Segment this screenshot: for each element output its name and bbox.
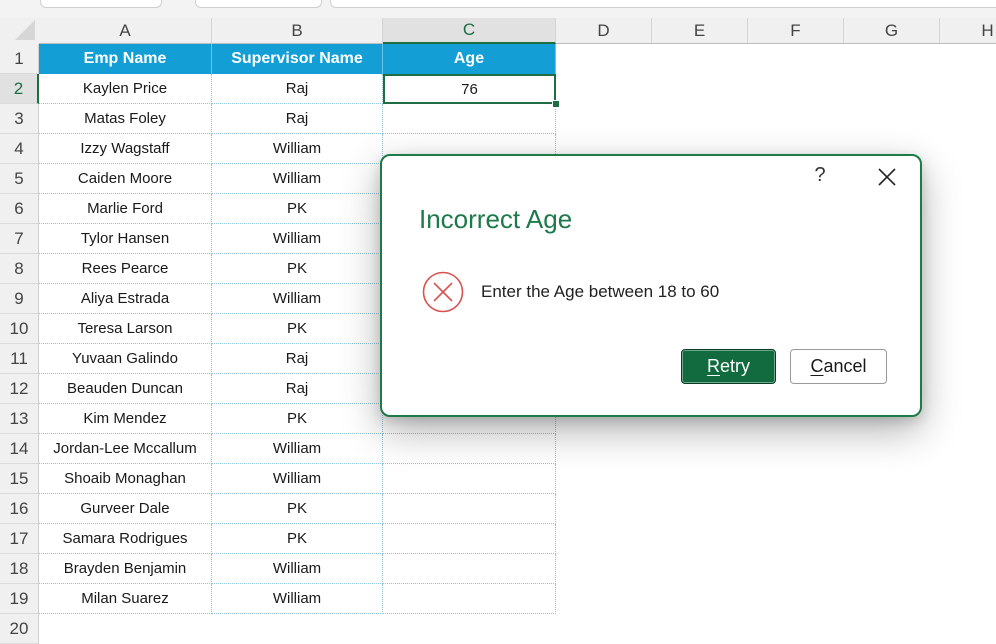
age-cell[interactable] — [383, 494, 556, 524]
emp-name-cell[interactable]: Marlie Ford — [39, 194, 212, 224]
supervisor-cell[interactable]: PK — [212, 524, 383, 554]
emp-name-cell[interactable]: Yuvaan Galindo — [39, 344, 212, 374]
dialog-title: Incorrect Age — [419, 204, 573, 234]
row-header-16[interactable]: 16 — [0, 494, 39, 524]
supervisor-cell[interactable]: PK — [212, 194, 383, 224]
emp-name-cell[interactable]: Jordan-Lee Mccallum — [39, 434, 212, 464]
table-header-cell[interactable]: Age — [383, 44, 556, 74]
row-header-11[interactable]: 11 — [0, 344, 39, 374]
dialog-message: Enter the Age between 18 to 60 — [481, 282, 720, 301]
emp-name-cell[interactable]: Aliya Estrada — [39, 284, 212, 314]
supervisor-cell[interactable]: Raj — [212, 344, 383, 374]
emp-name-cell[interactable]: Milan Suarez — [39, 584, 212, 614]
supervisor-cell[interactable]: William — [212, 284, 383, 314]
column-header-b[interactable]: B — [212, 18, 383, 44]
emp-name-cell[interactable]: Brayden Benjamin — [39, 554, 212, 584]
supervisor-cell[interactable]: PK — [212, 404, 383, 434]
supervisor-cell[interactable]: William — [212, 134, 383, 164]
supervisor-cell[interactable]: William — [212, 434, 383, 464]
emp-name-cell[interactable]: Teresa Larson — [39, 314, 212, 344]
retry-accelerator: R — [706, 356, 720, 376]
column-header-c[interactable]: C — [383, 18, 556, 44]
fill-handle[interactable] — [552, 100, 560, 108]
row-header-13[interactable]: 13 — [0, 404, 39, 434]
column-header-f[interactable]: F — [748, 18, 844, 44]
table-header-cell[interactable]: Supervisor Name — [212, 44, 383, 74]
cancel-accelerator: C — [810, 356, 824, 376]
supervisor-cell[interactable]: William — [212, 224, 383, 254]
emp-name-cell[interactable]: Rees Pearce — [39, 254, 212, 284]
emp-name-cell[interactable]: Caiden Moore — [39, 164, 212, 194]
row-header-4[interactable]: 4 — [0, 134, 39, 164]
row-header-1[interactable]: 1 — [0, 44, 39, 74]
supervisor-cell[interactable]: William — [212, 164, 383, 194]
age-cell[interactable] — [383, 584, 556, 614]
row-header-19[interactable]: 19 — [0, 584, 39, 614]
cancel-button[interactable]: Cancel — [790, 349, 887, 384]
supervisor-cell[interactable]: Raj — [212, 74, 383, 104]
emp-name-cell[interactable]: Shoaib Monaghan — [39, 464, 212, 494]
supervisor-cell[interactable]: William — [212, 464, 383, 494]
formula-bar[interactable] — [330, 0, 996, 8]
error-circle-x-icon — [421, 270, 465, 314]
emp-name-cell[interactable]: Matas Foley — [39, 104, 212, 134]
supervisor-cell[interactable]: PK — [212, 494, 383, 524]
row-header-17[interactable]: 17 — [0, 524, 39, 554]
emp-name-cell[interactable]: Samara Rodrigues — [39, 524, 212, 554]
supervisor-cell[interactable]: William — [212, 554, 383, 584]
table-header-cell[interactable]: Emp Name — [39, 44, 212, 74]
formula-controls[interactable] — [195, 0, 322, 8]
row-header-20[interactable]: 20 — [0, 614, 39, 644]
cancel-label: ancel — [823, 356, 867, 376]
row-header-6[interactable]: 6 — [0, 194, 39, 224]
column-header-e[interactable]: E — [652, 18, 748, 44]
row-header-8[interactable]: 8 — [0, 254, 39, 284]
retry-label: etry — [719, 356, 750, 376]
row-header-15[interactable]: 15 — [0, 464, 39, 494]
close-button[interactable] — [876, 166, 898, 188]
select-all-triangle-icon — [15, 20, 35, 40]
row-header-18[interactable]: 18 — [0, 554, 39, 584]
supervisor-cell[interactable]: PK — [212, 254, 383, 284]
name-box[interactable] — [40, 0, 162, 8]
emp-name-cell[interactable]: Izzy Wagstaff — [39, 134, 212, 164]
emp-name-cell[interactable]: Kaylen Price — [39, 74, 212, 104]
row-header-2[interactable]: 2 — [0, 74, 39, 104]
top-toolbar-strip — [0, 0, 996, 19]
age-cell[interactable] — [383, 554, 556, 584]
row-header-9[interactable]: 9 — [0, 284, 39, 314]
row-header-7[interactable]: 7 — [0, 224, 39, 254]
column-header-g[interactable]: G — [844, 18, 940, 44]
close-icon — [878, 168, 896, 186]
active-cell-c2[interactable]: 76 — [383, 74, 556, 104]
retry-button[interactable]: Retry — [681, 349, 776, 384]
column-header-d[interactable]: D — [556, 18, 652, 44]
supervisor-cell[interactable]: Raj — [212, 374, 383, 404]
row-header-12[interactable]: 12 — [0, 374, 39, 404]
column-header-h[interactable]: H — [940, 18, 996, 44]
age-cell[interactable] — [383, 524, 556, 554]
emp-name-cell[interactable]: Tylor Hansen — [39, 224, 212, 254]
emp-name-cell[interactable]: Kim Mendez — [39, 404, 212, 434]
supervisor-cell[interactable]: Raj — [212, 104, 383, 134]
supervisor-cell[interactable]: PK — [212, 314, 383, 344]
row-header-3[interactable]: 3 — [0, 104, 39, 134]
age-cell[interactable] — [383, 464, 556, 494]
incorrect-age-dialog: ? Incorrect Age Enter the Age between 18… — [380, 154, 922, 417]
age-cell[interactable] — [383, 104, 556, 134]
age-cell[interactable] — [383, 434, 556, 464]
supervisor-cell[interactable]: William — [212, 584, 383, 614]
select-all-button[interactable] — [0, 18, 40, 45]
row-header-10[interactable]: 10 — [0, 314, 39, 344]
help-button[interactable]: ? — [810, 164, 830, 187]
emp-name-cell[interactable]: Gurveer Dale — [39, 494, 212, 524]
column-header-a[interactable]: A — [39, 18, 212, 44]
emp-name-cell[interactable]: Beauden Duncan — [39, 374, 212, 404]
row-header-5[interactable]: 5 — [0, 164, 39, 194]
row-header-14[interactable]: 14 — [0, 434, 39, 464]
